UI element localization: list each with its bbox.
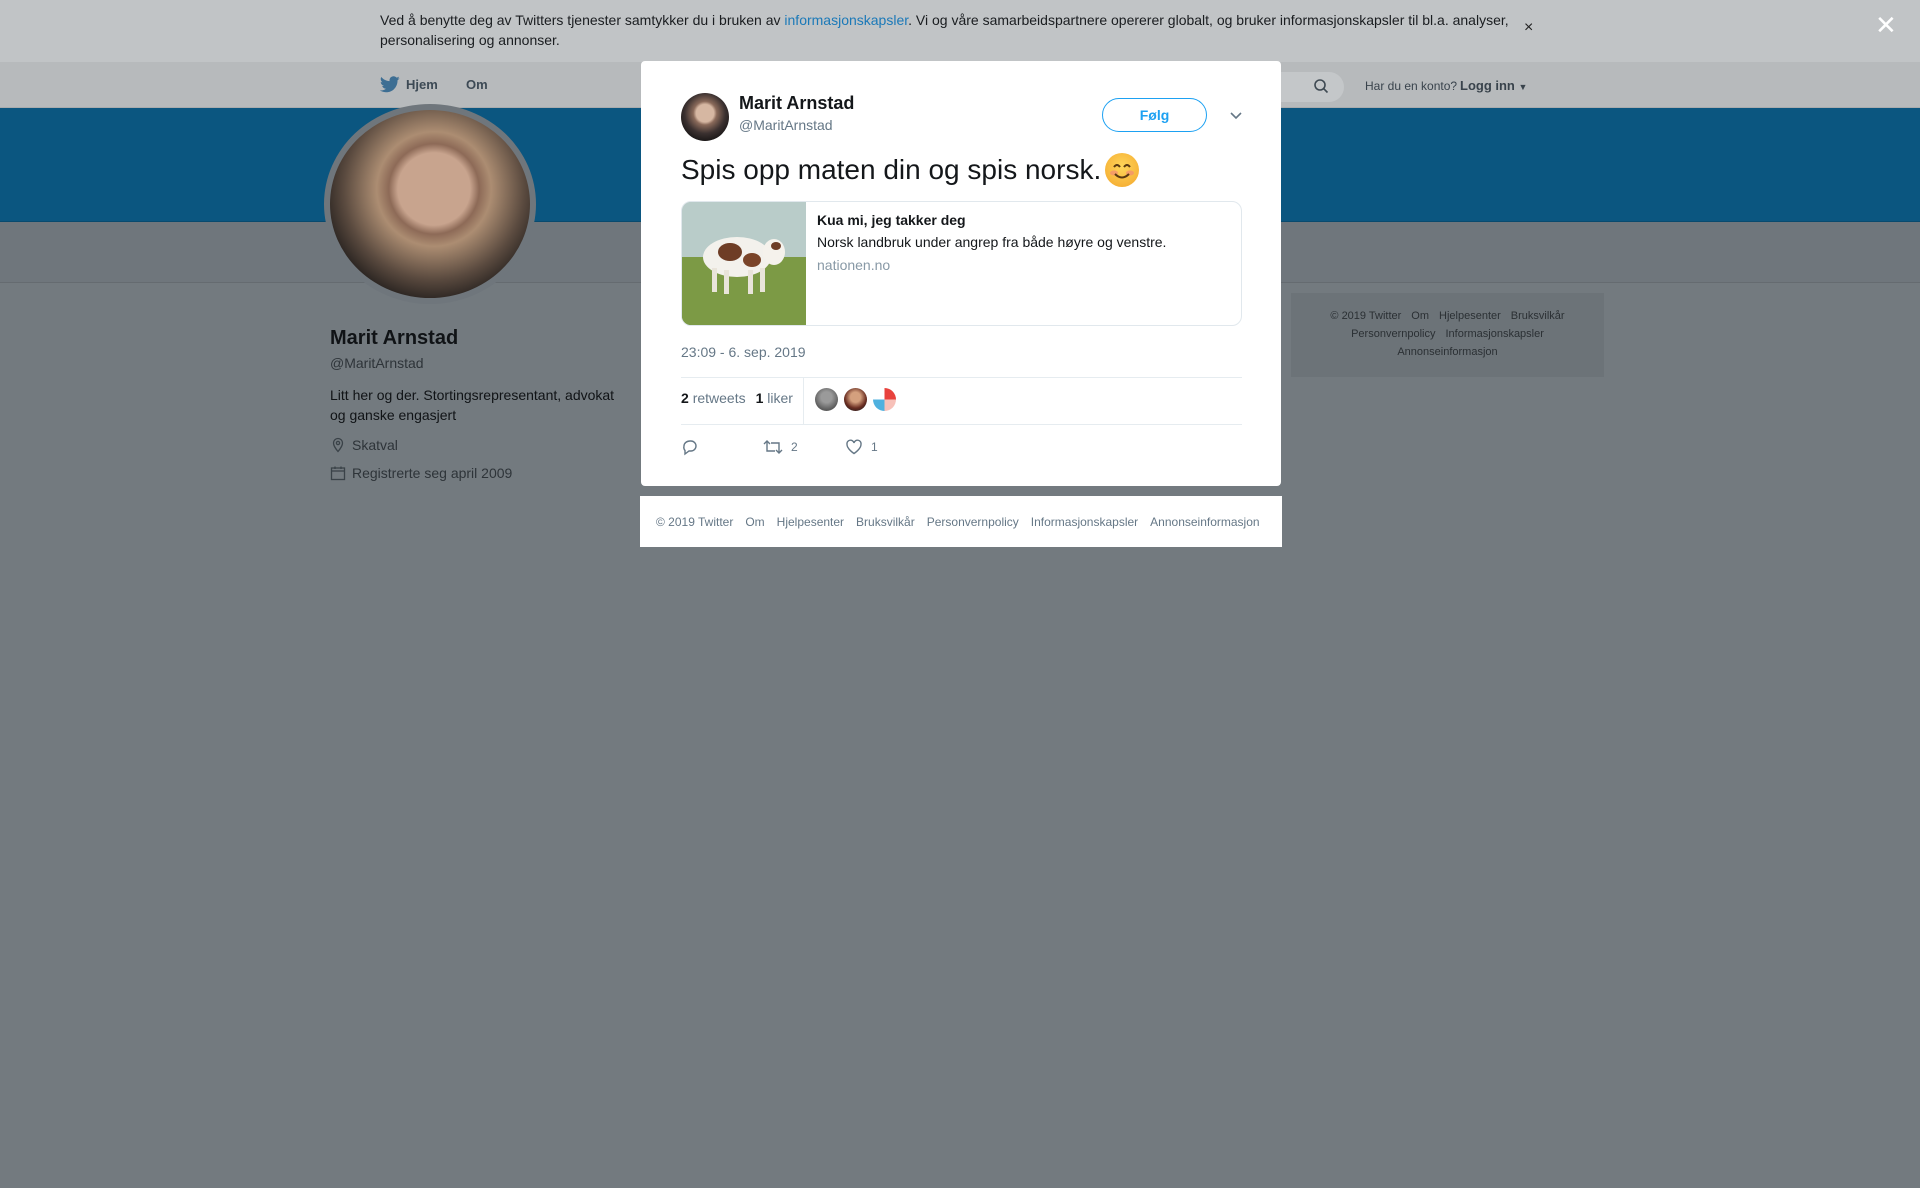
cookie-banner: Ved å benytte deg av Twitters tjenester … (0, 0, 1920, 62)
search-icon[interactable] (1313, 78, 1329, 94)
profile-location: Skatval (330, 437, 398, 453)
card-thumbnail-cow (682, 202, 806, 325)
account-question: Har du en konto? (1365, 79, 1458, 93)
footer-privacy-link[interactable]: Personvernpolicy (927, 515, 1019, 529)
profile-avatar[interactable] (324, 104, 536, 304)
tweet-stats: 2 retweets 1 liker (681, 390, 793, 406)
like-count: 1 (871, 440, 878, 454)
footer-terms-link[interactable]: Bruksvilkår (856, 515, 915, 529)
retweet-icon (763, 440, 783, 454)
tweet-text: Spis opp maten din og spis norsk. (681, 153, 1140, 187)
profile-joined: Registrerte seg april 2009 (330, 465, 512, 481)
likes-stat[interactable]: 1 liker (756, 390, 793, 406)
nav-about-link[interactable]: Om (466, 77, 488, 92)
footer-help-link[interactable]: Hjelpesenter (777, 515, 844, 529)
card-description: Norsk landbruk under angrep fra både høy… (817, 234, 1167, 250)
cookie-text-before: Ved å benytte deg av Twitters tjenester … (380, 12, 785, 28)
divider (803, 378, 804, 425)
liker-avatar[interactable] (844, 388, 867, 411)
login-dropdown[interactable]: Logg inn ▼ (1460, 78, 1527, 93)
link-preview-card[interactable]: Kua mi, jeg takker deg Norsk landbruk un… (681, 201, 1242, 326)
side-footer-cookies[interactable]: Informasjonskapsler (1445, 328, 1543, 340)
retweets-label: retweets (692, 390, 746, 406)
caret-down-icon: ▼ (1518, 82, 1528, 92)
retweet-button[interactable]: 2 (763, 438, 845, 456)
cookie-policy-link[interactable]: informasjonskapsler (784, 12, 908, 28)
liker-avatars (815, 388, 896, 411)
profile-location-text: Skatval (352, 437, 398, 453)
card-title: Kua mi, jeg takker deg (817, 212, 966, 228)
divider (681, 424, 1242, 425)
likes-label: liker (767, 390, 793, 406)
side-footer-privacy[interactable]: Personvernpolicy (1351, 328, 1435, 340)
divider (681, 377, 1242, 378)
footer-about-link[interactable]: Om (745, 515, 764, 529)
reply-button[interactable] (681, 438, 763, 456)
smiling-face-emoji-icon (1105, 153, 1140, 187)
side-footer-ads[interactable]: Annonseinformasjon (1397, 346, 1497, 358)
tweet-author-avatar[interactable] (681, 93, 729, 141)
profile-bio: Litt her og der. Stortingsrepresentant, … (330, 387, 615, 423)
chevron-down-icon[interactable] (1226, 105, 1246, 125)
tweet-author-name[interactable]: Marit Arnstad (739, 93, 854, 114)
tweet-modal: Marit Arnstad @MaritArnstad Følg Spis op… (641, 61, 1281, 486)
cookie-text: Ved å benytte deg av Twitters tjenester … (380, 10, 1520, 50)
profile-photo (330, 110, 530, 298)
login-label: Logg inn (1460, 78, 1515, 93)
twitter-bird-icon (380, 76, 400, 93)
modal-footer: © 2019 Twitter Om Hjelpesenter Bruksvilk… (640, 496, 1282, 547)
liker-avatar[interactable] (873, 388, 896, 411)
retweets-count: 2 (681, 390, 689, 406)
calendar-icon (330, 466, 346, 481)
side-footer: © 2019 Twitter Om Hjelpesenter Bruksvilkår P… (1291, 293, 1604, 377)
card-domain: nationen.no (817, 257, 891, 273)
close-icon[interactable]: ✕ (1875, 10, 1897, 41)
cow-image-icon (682, 202, 806, 325)
nav-home-link[interactable]: Hjem (380, 76, 438, 93)
footer-ads-link[interactable]: Annonseinformasjon (1150, 515, 1259, 529)
profile-handle: @MaritArnstad (330, 355, 424, 371)
side-footer-terms[interactable]: Bruksvilkår (1511, 310, 1565, 322)
retweets-stat[interactable]: 2 retweets (681, 390, 746, 406)
location-pin-icon (332, 437, 344, 453)
tweet-timestamp[interactable]: 23:09 - 6. sep. 2019 (681, 344, 806, 360)
profile-joined-text: Registrerte seg april 2009 (352, 465, 513, 481)
likes-count: 1 (755, 390, 764, 406)
side-footer-copyright: © 2019 Twitter (1330, 310, 1402, 322)
nav-home-label: Hjem (406, 77, 438, 92)
side-footer-help[interactable]: Hjelpesenter (1439, 310, 1501, 322)
retweet-count: 2 (791, 440, 798, 454)
tweet-text-content: Spis opp maten din og spis norsk. (681, 154, 1102, 185)
liker-avatar[interactable] (815, 388, 838, 411)
follow-button[interactable]: Følg (1102, 98, 1207, 132)
footer-cookies-link[interactable]: Informasjonskapsler (1031, 515, 1138, 529)
cookie-close-icon[interactable]: × (1524, 19, 1533, 37)
tweet-author-handle[interactable]: @MaritArnstad (739, 117, 833, 133)
side-footer-about[interactable]: Om (1411, 310, 1429, 322)
like-button[interactable]: 1 (845, 438, 878, 456)
heart-icon (846, 439, 862, 455)
reply-icon (683, 440, 697, 456)
footer-copyright: © 2019 Twitter (656, 514, 734, 529)
profile-name[interactable]: Marit Arnstad (330, 327, 458, 350)
tweet-actions: 2 1 (681, 438, 878, 456)
